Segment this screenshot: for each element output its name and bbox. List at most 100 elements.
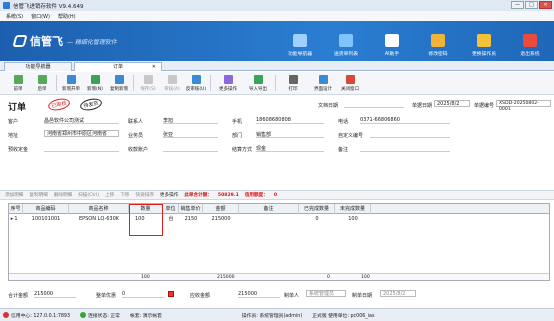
customer-field[interactable]: 昌邑软件公司测试 (44, 117, 119, 124)
tab-order[interactable]: 订单 ✕ (74, 62, 162, 71)
cell-code[interactable]: 100101001 (23, 215, 69, 224)
mobile-field[interactable]: 18608680808 (256, 117, 324, 124)
toolbar-icon (37, 75, 47, 84)
column-header-5[interactable]: 销售单价 (179, 204, 203, 214)
toolbar-label: 打印 (288, 87, 298, 92)
top-button-3[interactable]: 修改密码 (418, 25, 458, 57)
remark-field[interactable] (360, 145, 450, 152)
grid-tool-4[interactable]: 上移 (105, 192, 114, 198)
grid-tool-2[interactable]: 删除明细 (54, 192, 72, 198)
grid-tool-7[interactable]: 更多操作 (160, 192, 178, 198)
toolbar-label: 前单 (13, 87, 23, 92)
status-bar: 信用中心: 127.0.0.1:7893 连接状态: 正常 帐套: 演示帐套 操… (0, 308, 554, 321)
top-button-0[interactable]: 功能导航器 (280, 25, 320, 57)
discount-checkbox[interactable] (168, 291, 174, 297)
account-field[interactable] (163, 145, 218, 152)
toolbar-button-4[interactable]: 复制新增 (107, 72, 131, 94)
logo-text: 信管飞 (30, 35, 63, 48)
maker-field: 系统管理员 (306, 290, 346, 297)
top-button-icon (523, 34, 537, 47)
grid-tool-5[interactable]: 下移 (120, 192, 129, 198)
toolbar-button-10[interactable]: 打印 (278, 72, 308, 94)
cell-price[interactable]: 2150 (179, 215, 203, 224)
top-button-2[interactable]: AI助手 (372, 25, 412, 57)
logo-slogan: — 精细化管理软件 (67, 38, 117, 46)
tab-label: 订单 (112, 64, 123, 70)
discount-field[interactable]: 0 (122, 291, 164, 298)
toolbar-button-5[interactable]: 保存(S) (136, 72, 160, 94)
toolbar-button-1[interactable]: 后单 (30, 72, 54, 94)
toolbar-label: 新增(N) (87, 87, 103, 92)
credit-value: 0 (273, 192, 278, 198)
receivable-label: 应收金额 (190, 293, 211, 299)
summary-label: 此单合计额： (184, 193, 212, 198)
toolbar-button-2[interactable]: 新增开单 (59, 72, 83, 94)
toolbar-label: 界面设计 (314, 87, 332, 92)
cell-idx[interactable]: 1 (9, 215, 23, 224)
column-header-0[interactable]: 序号 (9, 204, 23, 214)
dept-field[interactable]: 销售部 (256, 131, 324, 138)
column-header-7[interactable]: 备注 (239, 204, 299, 214)
cell-remark[interactable] (239, 215, 299, 224)
cell-name[interactable]: EPSON LQ-630K (69, 215, 129, 224)
toolbar-button-11[interactable]: 界面设计 (308, 72, 338, 94)
toolbar-button-12[interactable]: 关闭窗口 (338, 72, 362, 94)
column-header-4[interactable]: 单位 (163, 204, 179, 214)
bill-no-label: 单据编号 (474, 103, 495, 109)
toolbar-button-0[interactable]: 前单 (6, 72, 30, 94)
minimize-button[interactable]: — (511, 1, 524, 9)
toolbar-label: 复制新增 (110, 87, 128, 92)
prepay-field[interactable] (44, 145, 119, 152)
mobile-label: 手机 (232, 119, 243, 125)
address-field[interactable]: 河南省郑州市中原区河南省 (44, 130, 119, 137)
phone-label: 电话 (338, 119, 349, 125)
cell-amount[interactable]: 215000 (203, 215, 239, 224)
column-header-2[interactable]: 商品名称 (69, 204, 129, 214)
maximize-button[interactable]: □ (525, 1, 538, 9)
grid-tool-6[interactable]: 快速排序 (136, 192, 154, 198)
bill-date-field[interactable]: 2025/8/2 (434, 100, 470, 107)
maker-label: 制单人 (284, 293, 300, 299)
bill-no-field[interactable]: XSDD-20250802-0001 (496, 100, 551, 112)
grid-tool-0[interactable]: 添加明细 (5, 192, 23, 198)
column-header-6[interactable]: 金额 (203, 204, 239, 214)
tab-close-icon[interactable]: ✕ (152, 63, 156, 71)
toolbar-button-9[interactable]: 导入导出 (243, 72, 273, 94)
close-window-button[interactable]: ✕ (539, 1, 552, 9)
contact-field[interactable]: 李旭 (163, 117, 218, 124)
doc-date-field[interactable] (344, 101, 404, 108)
grid-tool-3[interactable]: 扫描(Ctrl) (78, 192, 99, 198)
tab-navigator[interactable]: 功能导航器 (4, 62, 72, 71)
top-button-1[interactable]: 送货单列表 (326, 25, 366, 57)
address-label: 地址 (8, 133, 19, 139)
toolbar-icon (13, 75, 23, 84)
top-button-label: 功能导航器 (288, 52, 312, 57)
toolbar-button-7[interactable]: 反审核(U) (184, 72, 208, 94)
settle-field[interactable]: 现金 (256, 145, 324, 152)
top-button-icon (339, 34, 353, 47)
connection-status-icon (80, 312, 87, 318)
toolbar-button-6[interactable]: 审核(A) (160, 72, 184, 94)
column-header-1[interactable]: 商品编码 (23, 204, 69, 214)
toolbar-button-3[interactable]: 新增(N) (83, 72, 107, 94)
toolbar-label: 保存(S) (140, 87, 156, 92)
phone-field[interactable]: 0371-66806860 (360, 117, 450, 124)
salesman-field[interactable]: 张亚 (163, 131, 218, 138)
column-header-8[interactable]: 已完成数量 (299, 204, 335, 214)
footer-undone: 100 (361, 275, 370, 280)
menu-help[interactable]: 帮助(H) (58, 13, 76, 20)
top-button-5[interactable]: 退出系统 (510, 25, 550, 57)
status-operator: 操作员: 系统管理员(admin) (241, 313, 303, 319)
status-stamp: 已审核 (47, 96, 71, 113)
top-button-icon (477, 34, 491, 47)
menu-window[interactable]: 窗口(W) (31, 13, 50, 20)
cell-done[interactable]: 0 (299, 215, 335, 224)
custom-no-field[interactable] (370, 131, 450, 138)
cell-unit[interactable]: 台 (163, 215, 179, 224)
cell-undone[interactable]: 100 (335, 215, 371, 224)
menu-system[interactable]: 系统(S) (6, 13, 23, 20)
column-header-9[interactable]: 未完成数量 (335, 204, 371, 214)
top-button-4[interactable]: 更换操作员 (464, 25, 504, 57)
toolbar-button-8[interactable]: 更多操作 (213, 72, 243, 94)
grid-tool-1[interactable]: 复制明细 (29, 192, 47, 198)
